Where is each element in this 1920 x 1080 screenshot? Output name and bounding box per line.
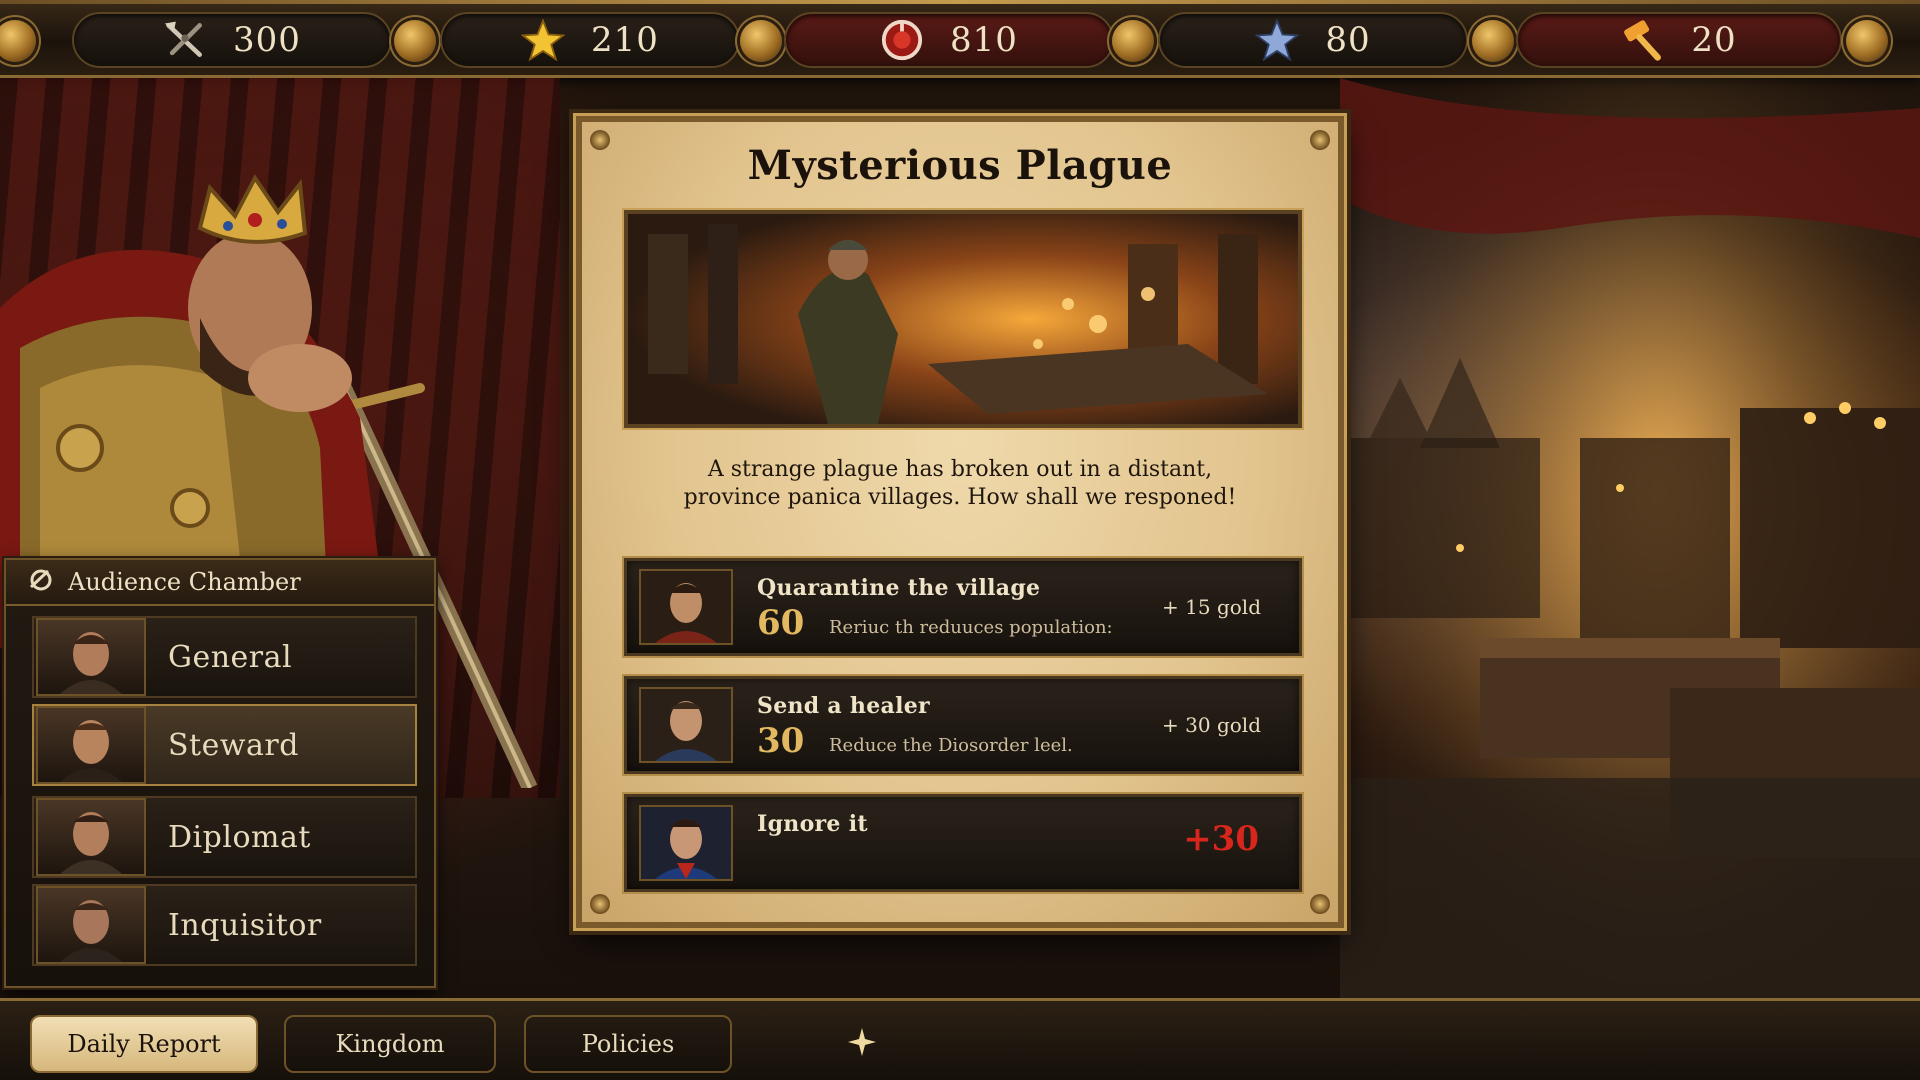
event-description: A strange plague has broken out in a dis… [683, 457, 1237, 510]
option-reward: + 15 gold [1162, 595, 1261, 619]
advisor-diplomat[interactable]: Diplomat [32, 796, 417, 878]
bar-stud-icon [1112, 20, 1154, 62]
chamber-title: Audience Chamber [68, 568, 301, 596]
healer-portrait [639, 687, 733, 763]
option-ignore[interactable]: Ignore it +30 [624, 794, 1302, 892]
hammer-icon [1621, 18, 1665, 62]
event-title: Mysterious Plague [747, 142, 1173, 189]
bar-stud-icon [0, 20, 36, 62]
corner-ornament-icon [1310, 894, 1330, 914]
event-illustration [624, 210, 1302, 428]
ignore-advisor-portrait [639, 805, 733, 881]
resource-orb[interactable]: 810 [784, 12, 1114, 68]
advisor-inquisitor[interactable]: Inquisitor [32, 884, 417, 966]
quarantine-advisor-portrait [639, 569, 733, 645]
option-cost: 60 [757, 603, 805, 643]
diplomat-portrait [36, 798, 146, 876]
sparkle-icon[interactable] [848, 1028, 876, 1056]
crossed-tools-icon [163, 18, 207, 62]
option-reward: + 30 gold [1162, 713, 1261, 737]
bar-stud-icon [740, 20, 782, 62]
tab-policies[interactable]: Policies [524, 1015, 732, 1073]
tab-kingdom[interactable]: Kingdom [284, 1015, 496, 1073]
chamber-emblem-icon [28, 567, 54, 597]
event-card: Mysterious Plague A strange plague has b… [576, 116, 1344, 928]
resource-star[interactable]: 210 [440, 12, 740, 68]
advisor-steward[interactable]: Steward [32, 704, 417, 786]
corner-ornament-icon [590, 894, 610, 914]
steward-portrait [36, 706, 146, 784]
red-orb-icon [880, 18, 924, 62]
bar-stud-icon [1846, 20, 1888, 62]
gold-star-icon [521, 18, 566, 62]
option-penalty: +30 [1183, 819, 1259, 859]
market-scene-illustration [1340, 78, 1920, 998]
resource-bar: 300 210 810 80 20 [0, 0, 1920, 78]
blue-star-icon [1255, 18, 1300, 62]
resource-tools[interactable]: 300 [72, 12, 392, 68]
chamber-header: Audience Chamber [6, 560, 434, 606]
general-portrait [36, 618, 146, 696]
bar-stud-icon [1472, 20, 1514, 62]
advisor-general[interactable]: General [32, 616, 417, 698]
option-quarantine[interactable]: Quarantine the village 60 Reriuc th redu… [624, 558, 1302, 656]
bar-stud-icon [394, 20, 436, 62]
option-send-healer[interactable]: Send a healer 30 Reduce the Diosorder le… [624, 676, 1302, 774]
option-cost: 30 [757, 721, 805, 761]
audience-chamber-panel: Audience Chamber General Steward Diploma… [4, 558, 436, 988]
resource-hammer[interactable]: 20 [1516, 12, 1842, 68]
bottom-nav-bar: Daily Report Kingdom Policies [0, 998, 1920, 1080]
tab-daily-report[interactable]: Daily Report [30, 1015, 258, 1073]
inquisitor-portrait [36, 886, 146, 964]
resource-blue-star[interactable]: 80 [1158, 12, 1468, 68]
